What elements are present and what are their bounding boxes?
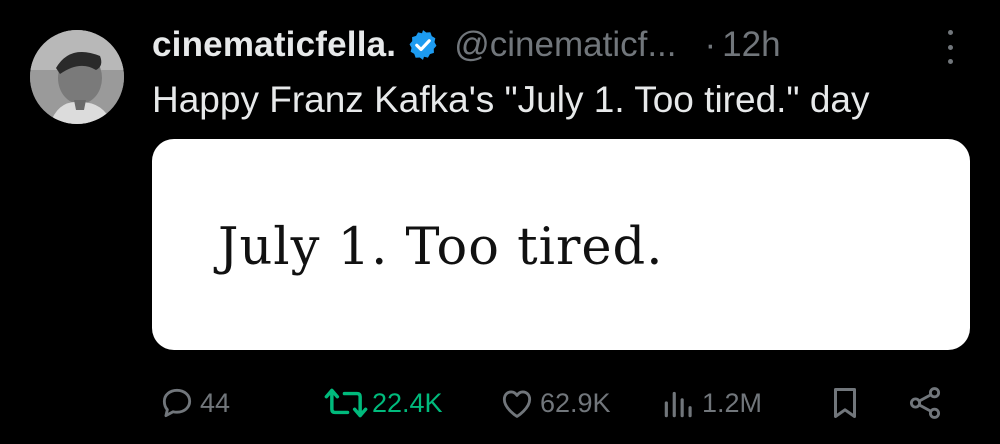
heart-icon <box>498 384 536 422</box>
handle[interactable]: @cinematicf... <box>454 25 676 65</box>
display-name[interactable]: cinematicfella. <box>152 25 396 65</box>
separator-dot: · <box>704 25 717 64</box>
views-button[interactable]: 1.2M <box>660 380 762 426</box>
retweet-count: 22.4K <box>372 387 443 418</box>
tweet-text: Happy Franz Kafka's "July 1. Too tired."… <box>152 79 870 120</box>
media-caption-text: July 1. Too tired. <box>218 218 664 277</box>
dot <box>947 30 953 35</box>
share-nodes-icon <box>906 384 944 422</box>
tweet-header: cinematicfella. @cinematicf... · 12h <box>152 22 781 68</box>
retweet-button[interactable]: 22.4K <box>324 380 443 426</box>
retweet-arrows-icon <box>324 384 368 422</box>
views-count: 1.2M <box>702 387 763 418</box>
bookmark-button[interactable] <box>826 380 864 426</box>
action-bar: 44 22.4K 62.9K 1.2M <box>0 380 1000 426</box>
avatar[interactable] <box>30 30 124 124</box>
tweet-media-image[interactable]: July 1. Too tired. <box>152 139 970 350</box>
dot <box>947 44 953 50</box>
dot <box>947 59 953 64</box>
reply-button[interactable]: 44 <box>158 380 230 426</box>
share-button[interactable] <box>906 380 944 426</box>
timestamp[interactable]: 12h <box>722 25 780 65</box>
like-count: 62.9K <box>540 387 611 418</box>
verified-badge-icon <box>406 28 440 62</box>
like-button[interactable]: 62.9K <box>498 380 611 426</box>
speech-bubble-icon <box>158 384 196 422</box>
bar-chart-icon <box>660 384 698 422</box>
reply-count: 44 <box>200 387 231 418</box>
more-options-icon[interactable] <box>940 30 960 64</box>
bookmark-icon <box>826 384 864 422</box>
